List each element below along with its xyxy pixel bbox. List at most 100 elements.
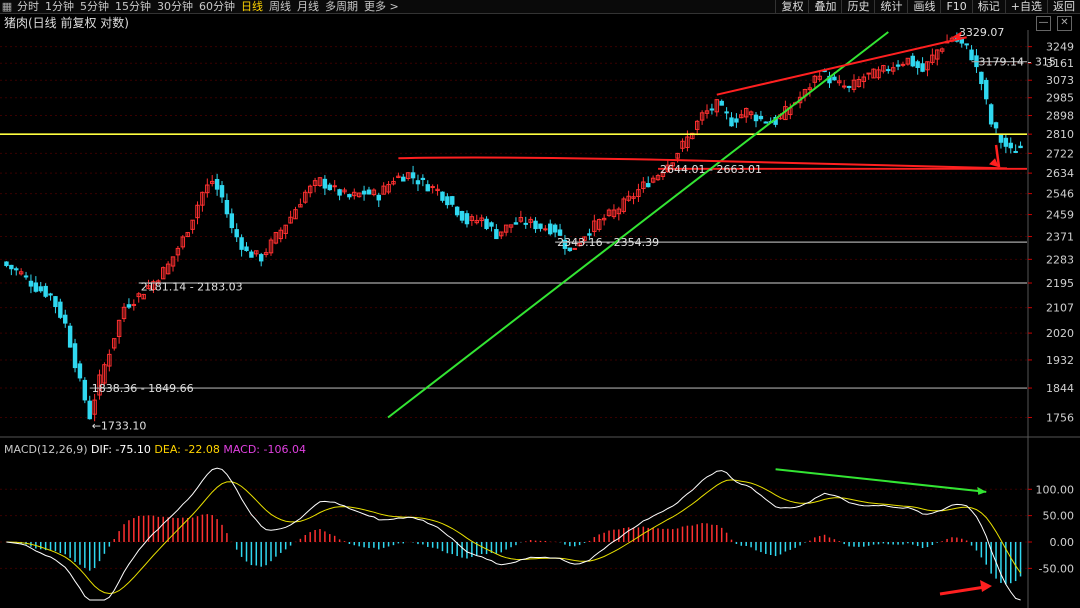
y-tick-label: 2810 xyxy=(1046,128,1074,141)
y-tick-label: 2634 xyxy=(1046,167,1074,180)
candle-body xyxy=(489,222,494,227)
candle-body xyxy=(886,69,891,72)
candle-body xyxy=(763,121,769,124)
candle-body xyxy=(1008,142,1013,149)
candle-body xyxy=(63,314,68,324)
green-divergence-line xyxy=(775,468,987,493)
candle-body xyxy=(846,85,852,88)
y-tick-label: 3249 xyxy=(1046,41,1074,54)
candle-body xyxy=(729,117,734,127)
candle-body xyxy=(450,196,455,205)
candle-body xyxy=(548,223,553,235)
candle-body xyxy=(979,71,984,85)
candle-body xyxy=(758,115,764,120)
y-tick-label: 2459 xyxy=(1046,209,1074,222)
y-tick-label: 3073 xyxy=(1046,74,1074,87)
price-annotation: 2644.01 - 2663.01 xyxy=(660,163,762,176)
candle-body xyxy=(327,184,333,191)
candle-body xyxy=(920,63,925,72)
price-annotation: 3329.07 xyxy=(959,26,1005,39)
candle-body xyxy=(895,64,901,67)
candle-body xyxy=(9,264,14,270)
candle-body xyxy=(724,111,729,114)
y-tick-label: 1756 xyxy=(1046,412,1074,425)
candle-body xyxy=(33,282,39,292)
candle-body xyxy=(219,185,225,198)
candle-body xyxy=(494,229,499,240)
y-tick-label: 2371 xyxy=(1046,231,1074,244)
candle-body xyxy=(347,194,352,198)
candle-body xyxy=(4,261,9,267)
macd-tick-label: 0.00 xyxy=(1050,536,1075,549)
candle-body xyxy=(244,246,249,252)
candle-body xyxy=(77,363,83,379)
y-tick-label: 1932 xyxy=(1046,354,1074,367)
candle-body xyxy=(984,79,989,100)
candle-body xyxy=(401,176,406,182)
candle-body xyxy=(239,237,244,250)
y-tick-label: 1844 xyxy=(1046,382,1074,395)
candle-body xyxy=(1018,145,1023,149)
candle-body xyxy=(38,286,43,292)
candle-body xyxy=(234,229,239,238)
candle-body xyxy=(832,76,837,81)
candle-body xyxy=(709,108,715,111)
candle-body xyxy=(587,233,592,236)
candle-body xyxy=(719,100,724,106)
candle-body xyxy=(410,172,416,179)
candle-body xyxy=(249,251,254,258)
candle-body xyxy=(366,189,372,195)
candle-body xyxy=(258,254,264,262)
candle-body xyxy=(420,177,426,181)
candle-body xyxy=(87,400,92,420)
candle-body xyxy=(513,222,519,225)
candle-body xyxy=(82,379,88,401)
candle-body xyxy=(376,194,381,201)
candle-body xyxy=(72,343,78,369)
candle-body xyxy=(445,196,450,206)
candle-body xyxy=(464,213,470,225)
candle-body xyxy=(753,114,759,122)
candle-body xyxy=(533,220,538,230)
candle-body xyxy=(538,223,543,229)
macd-tick-label: -50.00 xyxy=(1039,562,1074,575)
candle-body xyxy=(734,118,739,123)
red-bottom-arrow-line xyxy=(939,585,986,596)
candle-body xyxy=(993,122,999,129)
candle-body xyxy=(322,178,328,189)
candle-body xyxy=(43,285,48,297)
price-annotation: 1838.36 - 1849.66 xyxy=(92,382,194,395)
macd-tick-label: 100.00 xyxy=(1036,483,1075,496)
candle-body xyxy=(998,134,1004,143)
candle-body xyxy=(459,210,465,221)
y-tick-label: 2195 xyxy=(1046,277,1074,290)
y-tick-label: 2898 xyxy=(1046,110,1074,123)
candle-body xyxy=(1013,150,1018,153)
y-tick-label: 2722 xyxy=(1046,147,1074,160)
candle-body xyxy=(646,183,651,188)
candle-body xyxy=(126,304,132,308)
candle-body xyxy=(900,63,906,66)
candle-body xyxy=(988,104,994,125)
candle-body xyxy=(214,178,220,190)
candle-body xyxy=(915,61,920,68)
price-annotation: ←1733.10 xyxy=(92,419,147,432)
candle-body xyxy=(484,218,489,229)
candle-body xyxy=(67,325,73,348)
candle-body xyxy=(543,228,548,231)
candle-body xyxy=(48,293,53,296)
candle-body xyxy=(454,206,460,216)
candle-body xyxy=(361,190,367,195)
macd-tick-label: 50.00 xyxy=(1043,510,1075,523)
candle-body xyxy=(440,191,445,201)
y-tick-label: 2546 xyxy=(1046,188,1074,201)
candle-body xyxy=(964,43,969,46)
candle-body xyxy=(425,184,430,192)
y-tick-label: 2107 xyxy=(1046,302,1074,315)
red-bottom-arrow-head xyxy=(980,580,992,592)
candle-body xyxy=(224,199,230,215)
stock-chart[interactable]: 3249316130732985289828102722263425462459… xyxy=(0,0,1080,608)
candle-body xyxy=(53,296,58,308)
y-tick-label: 2020 xyxy=(1046,327,1074,340)
candles xyxy=(4,32,1023,422)
